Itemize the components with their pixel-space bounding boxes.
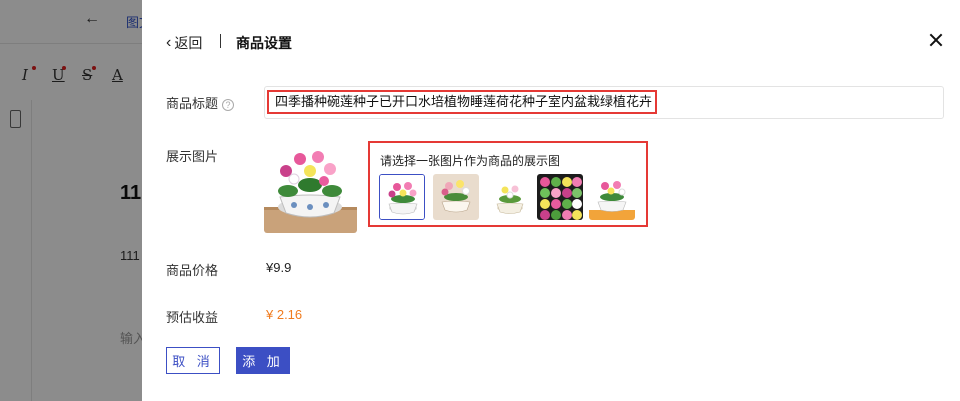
add-button[interactable]: 添 加 [236,347,290,374]
cancel-button[interactable]: 取 消 [166,347,220,374]
back-label: 返回 [174,35,203,51]
chevron-left-icon: ‹ [166,34,172,51]
thumbnail-option-3[interactable] [487,174,533,220]
display-image-label: 展示图片 [166,149,219,164]
modal-title: 商品设置 [236,35,292,51]
thumbnail-option-5[interactable] [589,174,635,220]
earnings-label: 预估收益 [166,310,219,325]
product-title-field[interactable]: 四季播种碗莲种子已开口水培植物睡莲荷花种子室内盆栽绿植花卉 [264,86,944,119]
earnings-value: ¥ 2.16 [266,307,303,322]
picker-prompt: 请选择一张图片作为商品的展示图 [380,154,561,168]
thumbnail-option-1[interactable] [379,174,425,220]
price-value: ¥9.9 [266,260,292,275]
thumbnail-option-2[interactable] [433,174,479,220]
product-settings-modal: ‹ 返回 商品设置 商品标题? 四季播种碗莲种子已开口水培植物睡莲荷花种子室内盆… [142,0,960,401]
product-title-input[interactable]: 四季播种碗莲种子已开口水培植物睡莲荷花种子室内盆栽绿植花卉 [267,90,657,114]
product-title-label-text: 商品标题 [166,96,219,111]
header-divider [220,34,221,48]
main-preview-image [264,141,357,233]
image-picker: 请选择一张图片作为商品的展示图 [368,141,648,227]
help-icon[interactable]: ? [222,99,235,111]
product-title-label: 商品标题? [166,93,235,112]
modal-header: ‹ 返回 商品设置 [142,0,960,80]
back-button[interactable]: ‹ 返回 [166,33,202,53]
close-icon[interactable] [928,32,944,48]
thumbnail-option-4[interactable] [537,174,583,220]
price-label: 商品价格 [166,263,219,278]
